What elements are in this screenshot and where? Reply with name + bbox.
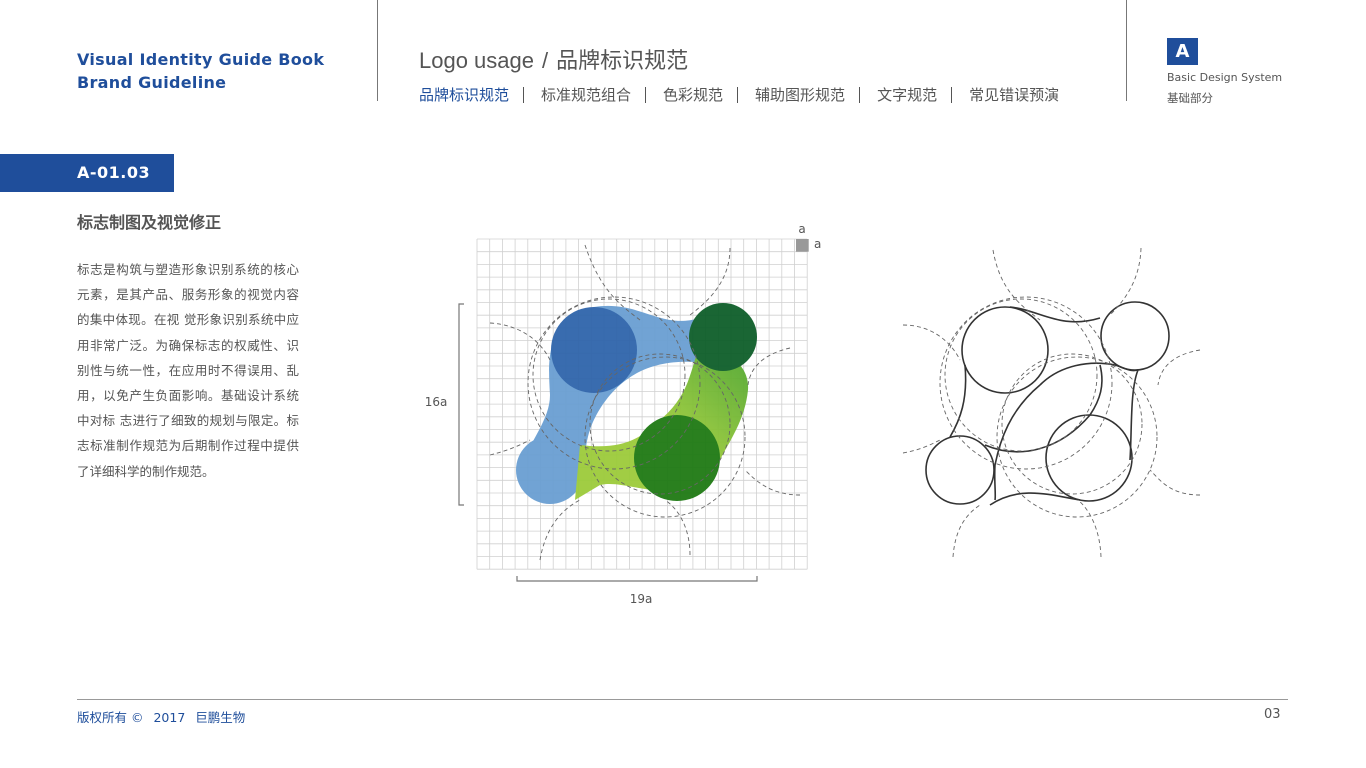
page-heading-separator: / [542,48,549,73]
footer-divider [77,699,1288,700]
nav-divider [951,86,953,103]
copyright-label: 版权所有 © [77,710,144,725]
brand-title-line2: Brand Guideline [77,73,227,92]
brand-title-line1: Visual Identity Guide Book [77,50,325,69]
logo-circle-green-dark [689,303,757,371]
nav-item-typography[interactable]: 文字规范 [877,84,937,105]
logo-outline [925,301,1170,506]
nav-divider [645,86,647,103]
height-dimension-bracket [458,303,464,506]
unit-square [796,239,809,252]
construction-circles-right [902,247,1201,558]
nav-item-color[interactable]: 色彩规范 [663,84,723,105]
section-nav: 品牌标识规范 标准规范组合 色彩规范 辅助图形规范 文字规范 常见错误预演 [419,84,1059,105]
logo-color [516,303,757,504]
outline-circle-bottom-right [1045,414,1133,502]
section-badge: A [1167,38,1198,65]
construction-circles-left [489,244,801,561]
logo-circle-blue-dark [551,307,637,393]
page-heading-en: Logo usage [419,48,534,73]
nav-item-common-errors[interactable]: 常见错误预演 [969,84,1059,105]
outline-circle-top-left [961,306,1049,394]
outline-circle-bottom-left [925,435,995,505]
footer-copyright: 版权所有 © 2017 巨鹏生物 [77,707,255,726]
page-heading: Logo usage / 品牌标识规范 [419,43,688,75]
construction-grid [476,238,808,570]
section-name-en: Basic Design System [1167,71,1283,84]
nav-item-logo-standard[interactable]: 品牌标识规范 [419,84,509,105]
logo-circle-blue-light [516,436,584,504]
company-name: 巨鹏生物 [195,710,246,725]
page-number: 03 [1264,707,1281,722]
unit-label-side: a [814,237,821,251]
header-divider-left [377,0,378,101]
header-divider-right [1126,0,1127,101]
nav-divider [859,86,861,103]
page-code-bar: A-01.03 [0,154,174,192]
brand-title: Visual Identity Guide Book Brand Guideli… [77,48,324,94]
nav-item-auxiliary-graphics[interactable]: 辅助图形规范 [755,84,845,105]
nav-divider [737,86,739,103]
nav-item-standard-combination[interactable]: 标准规范组合 [541,84,631,105]
logo-construction-figure: a a 16a 19a [425,222,1201,606]
height-dimension-label: 16a [425,395,448,409]
description-text: 标志是构筑与塑造形象识别系统的核心元素，是其产品、服务形象的视觉内容的集中体现。… [77,262,299,479]
section-name-cn: 基础部分 [1167,91,1213,105]
section-title: 标志制图及视觉修正 [77,213,222,232]
nav-divider [523,86,525,103]
width-dimension-bracket [516,576,758,582]
width-dimension-label: 19a [630,592,653,606]
logo-circle-green-mid [634,415,720,501]
copyright-year: 2017 [153,710,186,725]
page-heading-cn: 品牌标识规范 [556,48,689,73]
unit-label-top: a [798,222,805,236]
outline-circle-top-right [1100,301,1170,371]
